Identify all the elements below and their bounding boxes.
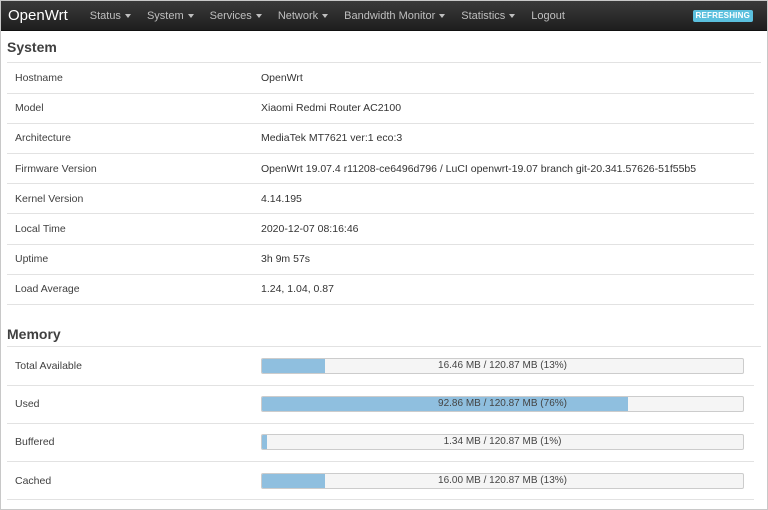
menu-logout[interactable]: Logout — [523, 10, 573, 22]
menu-status-label: Status — [89, 9, 121, 22]
table-row: Hostname OpenWrt — [7, 63, 754, 94]
chevron-down-icon — [187, 13, 194, 18]
top-navbar: OpenWrt Status System Services Network B… — [1, 1, 767, 31]
row-key: Kernel Version — [7, 183, 261, 215]
menu-network-label: Network — [277, 9, 319, 22]
table-row: Kernel Version 4.14.195 — [7, 183, 754, 215]
row-value: 92.86 MB / 120.87 MB (76%) — [261, 385, 754, 424]
table-row: Architecture MediaTek MT7621 ver:1 eco:3 — [7, 123, 754, 155]
menu-services-label: Services — [209, 9, 252, 22]
progress-bar: 16.00 MB / 120.87 MB (13%) — [261, 472, 744, 489]
table-row: Uptime 3h 9m 57s — [7, 244, 754, 275]
progress-bar: 1.34 MB / 120.87 MB (1%) — [261, 434, 744, 451]
table-row: Cached 16.00 MB / 120.87 MB (13%) — [7, 461, 754, 501]
row-value: OpenWrt 19.07.4 r11208-ce6496d796 / LuCI… — [261, 153, 754, 185]
row-key: Model — [7, 93, 261, 124]
table-row: Load Average 1.24, 1.04, 0.87 — [7, 274, 754, 306]
progress-bar: 92.86 MB / 120.87 MB (76%) — [261, 396, 744, 413]
menu-network[interactable]: Network — [270, 10, 336, 22]
table-row: Total Available 16.46 MB / 120.87 MB (13… — [7, 347, 754, 386]
progress-bar: 16.46 MB / 120.87 MB (13%) — [261, 357, 744, 374]
row-value: 16.00 MB / 120.87 MB (13%) — [261, 461, 754, 501]
brand-logo[interactable]: OpenWrt — [1, 7, 82, 24]
row-value: OpenWrt — [261, 63, 754, 94]
table-row: Local Time 2020-12-07 08:16:46 — [7, 213, 754, 245]
table-row: Used 92.86 MB / 120.87 MB (76%) — [7, 385, 754, 424]
row-key: Firmware Version — [7, 153, 261, 185]
chevron-down-icon — [322, 13, 329, 18]
row-value: Xiaomi Redmi Router AC2100 — [261, 93, 754, 124]
progress-text: 16.00 MB / 120.87 MB (13%) — [438, 474, 567, 486]
row-value: 2020-12-07 08:16:46 — [261, 213, 754, 245]
refreshing-badge[interactable]: REFRESHING — [692, 10, 753, 22]
main-menu: Status System Services Network Bandwidth… — [82, 10, 573, 22]
menu-status[interactable]: Status — [82, 10, 139, 22]
menu-system-label: System — [146, 9, 184, 22]
memory-table: Total Available 16.46 MB / 120.87 MB (13… — [7, 347, 754, 501]
row-key: Hostname — [7, 63, 261, 94]
row-value: MediaTek MT7621 ver:1 eco:3 — [261, 123, 754, 155]
row-key: Uptime — [7, 244, 261, 275]
system-section: System Hostname OpenWrt Model Xiaomi Redmi… — [7, 31, 761, 306]
menu-bandwidth-monitor-label: Bandwidth Monitor — [344, 9, 436, 22]
row-value: 16.46 MB / 120.87 MB (13%) — [261, 347, 754, 386]
progress-text: 16.46 MB / 120.87 MB (13%) — [438, 359, 567, 371]
row-key: Cached — [7, 461, 261, 501]
memory-section: Memory Total Available 16.46 MB / 120.87… — [7, 305, 761, 501]
row-value: 1.24, 1.04, 0.87 — [261, 274, 754, 306]
row-key: Used — [7, 385, 261, 424]
menu-logout-label: Logout — [531, 9, 565, 22]
progress-text: 92.86 MB / 120.87 MB (76%) — [438, 398, 567, 410]
system-heading: System — [7, 31, 761, 63]
chevron-down-icon — [509, 13, 516, 18]
menu-statistics-label: Statistics — [461, 9, 506, 22]
memory-heading: Memory — [7, 305, 761, 347]
table-row: Firmware Version OpenWrt 19.07.4 r11208-c… — [7, 153, 754, 185]
row-key: Buffered — [7, 423, 261, 463]
table-row: Buffered 1.34 MB / 120.87 MB (1%) — [7, 423, 754, 463]
main-content: System Hostname OpenWrt Model Xiaomi Redmi… — [1, 31, 767, 501]
row-key: Architecture — [7, 123, 261, 155]
menu-statistics[interactable]: Statistics — [453, 10, 523, 22]
system-table: Hostname OpenWrt Model Xiaomi Redmi Router… — [7, 63, 754, 306]
row-key: Total Available — [7, 347, 261, 386]
menu-services[interactable]: Services — [202, 10, 270, 22]
menu-bandwidth-monitor[interactable]: Bandwidth Monitor — [336, 10, 453, 22]
chevron-down-icon — [255, 13, 262, 18]
row-value: 4.14.195 — [261, 183, 754, 215]
chevron-down-icon — [439, 13, 446, 18]
table-row: Model Xiaomi Redmi Router AC2100 — [7, 93, 754, 124]
row-value: 3h 9m 57s — [261, 244, 754, 275]
menu-system[interactable]: System — [139, 10, 202, 22]
progress-text: 1.34 MB / 120.87 MB (1%) — [443, 436, 562, 448]
chevron-down-icon — [124, 13, 131, 18]
row-value: 1.34 MB / 120.87 MB (1%) — [261, 423, 754, 463]
row-key: Local Time — [7, 213, 261, 245]
row-key: Load Average — [7, 274, 261, 306]
